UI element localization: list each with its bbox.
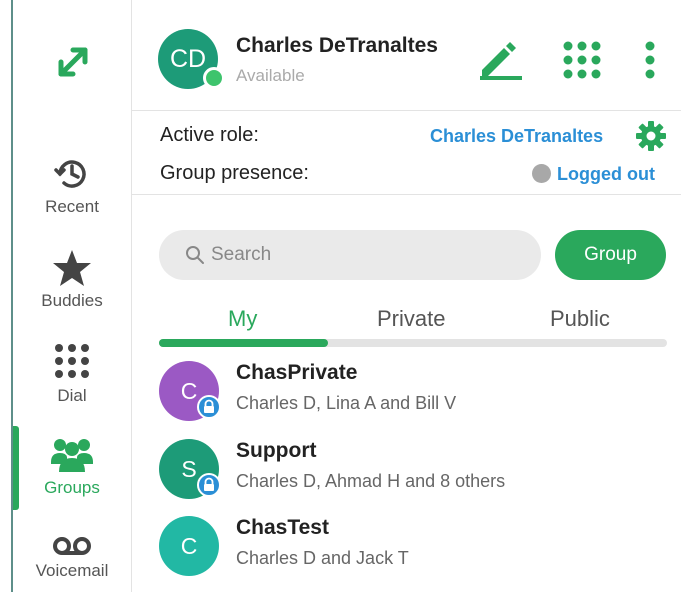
sidebar-item-dial[interactable]: Dial <box>13 342 131 406</box>
presence-status-icon <box>532 164 551 183</box>
user-header: CD Charles DeTranaltes Available <box>132 0 681 111</box>
edit-icon[interactable] <box>478 40 524 80</box>
sidebar-item-label: Buddies <box>41 291 103 310</box>
search-placeholder: Search <box>211 244 272 265</box>
sidebar: Recent Buddies Dial Groups Voicemail <box>13 0 132 592</box>
sidebar-item-groups[interactable]: Groups <box>13 436 131 498</box>
groups-icon <box>51 439 93 472</box>
dialpad-icon <box>55 344 89 378</box>
sidebar-item-label: Groups <box>44 478 100 497</box>
more-options-icon[interactable] <box>642 40 658 80</box>
user-name: Charles DeTranaltes <box>236 34 438 57</box>
group-members: Charles D, Ahmad H and 8 others <box>236 471 506 491</box>
search-icon <box>186 246 204 264</box>
tab-my[interactable]: My <box>228 306 257 332</box>
clock-history-icon <box>54 160 86 188</box>
presence-indicator <box>203 67 225 89</box>
sidebar-item-label: Recent <box>45 197 99 216</box>
sidebar-item-voicemail[interactable]: Voicemail <box>13 535 131 581</box>
group-name: ChasPrivate <box>236 361 358 384</box>
search-input[interactable]: Search <box>159 230 541 280</box>
group-presence-link[interactable]: Logged out <box>557 164 655 185</box>
list-item[interactable]: C ChasPrivate Charles D, Lina A and Bill… <box>159 361 667 431</box>
tab-indicator-track <box>159 339 667 347</box>
tab-indicator <box>159 339 328 347</box>
group-name: ChasTest <box>236 516 329 539</box>
group-name: Support <box>236 439 317 462</box>
group-presence-label: Group presence: <box>160 162 309 184</box>
role-panel: Active role: Charles DeTranaltes Group p… <box>132 111 681 195</box>
expand-icon[interactable] <box>53 42 93 82</box>
tab-private[interactable]: Private <box>377 306 445 332</box>
voicemail-icon <box>53 537 91 555</box>
star-icon <box>53 250 91 286</box>
sidebar-item-label: Voicemail <box>35 561 109 580</box>
user-status[interactable]: Available <box>236 66 305 86</box>
sidebar-item-label: Dial <box>57 386 87 405</box>
list-item[interactable]: S Support Charles D, Ahmad H and 8 other… <box>159 439 667 509</box>
sidebar-item-buddies[interactable]: Buddies <box>13 249 131 311</box>
group-members: Charles D and Jack T <box>236 548 409 568</box>
group-members: Charles D, Lina A and Bill V <box>236 393 457 413</box>
gear-icon[interactable] <box>635 120 667 152</box>
group-avatar: C <box>159 516 219 576</box>
lock-icon <box>197 473 221 497</box>
lock-icon <box>197 395 221 419</box>
active-role-link[interactable]: Charles DeTranaltes <box>430 126 603 147</box>
active-role-label: Active role: <box>160 124 259 146</box>
group-button[interactable]: Group <box>555 230 666 280</box>
sidebar-item-recent[interactable]: Recent <box>13 155 131 217</box>
dialpad-icon[interactable] <box>562 40 602 80</box>
tab-public[interactable]: Public <box>550 306 610 332</box>
list-item[interactable]: C ChasTest Charles D and Jack T <box>159 516 667 586</box>
